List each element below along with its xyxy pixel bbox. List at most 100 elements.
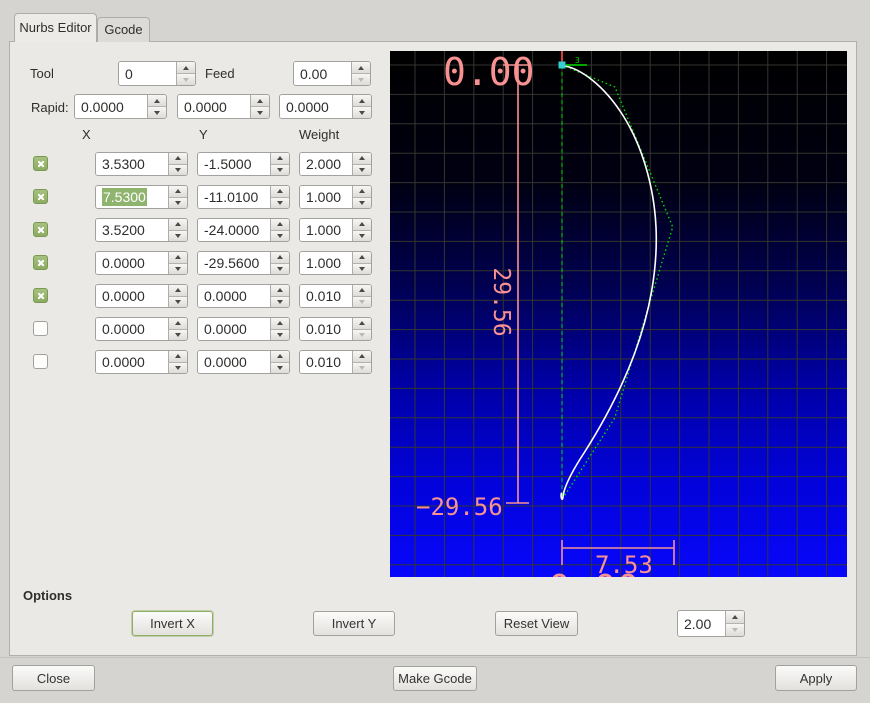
point-1-x-spinbox[interactable]: 3.5300	[95, 152, 188, 176]
point-4-y-spinbox[interactable]: -29.5600	[197, 251, 290, 275]
grid-size-spinbox[interactable]: 2.00	[677, 610, 745, 637]
spin-up[interactable]	[271, 351, 289, 363]
spin-down[interactable]	[353, 296, 371, 307]
spin-down[interactable]	[353, 164, 371, 175]
grid-size-spin-down[interactable]	[726, 624, 744, 636]
spin-down[interactable]	[271, 164, 289, 175]
spin-up[interactable]	[353, 252, 371, 264]
rapid-x-spinbox[interactable]: 0.0000	[74, 94, 167, 119]
spin-down[interactable]	[169, 362, 187, 373]
spin-up[interactable]	[271, 252, 289, 264]
apply-button[interactable]: Apply	[775, 665, 857, 691]
spin-down[interactable]	[353, 329, 371, 340]
spin-down[interactable]	[353, 362, 371, 373]
spin-down[interactable]	[271, 296, 289, 307]
spin-up[interactable]	[353, 351, 371, 363]
point-6-weight-value[interactable]: 0.010	[300, 318, 352, 340]
spin-down[interactable]	[353, 263, 371, 274]
spin-up[interactable]	[271, 153, 289, 165]
spin-up[interactable]	[353, 153, 371, 165]
point-1-weight-spinbox[interactable]: 2.000	[299, 152, 372, 176]
invert-y-button[interactable]: Invert Y	[313, 611, 395, 636]
point-1-y-spinbox[interactable]: -1.5000	[197, 152, 290, 176]
feed-value[interactable]: 0.00	[294, 62, 351, 85]
point-6-x-spinbox[interactable]: 0.0000	[95, 317, 188, 341]
spin-down[interactable]	[271, 263, 289, 274]
rapid-x-value[interactable]: 0.0000	[75, 95, 147, 118]
rapid-z-spin-up[interactable]	[353, 95, 371, 107]
nurbs-plot[interactable]: 0.00 29.56 −29.56 7.53 0.00 3	[390, 51, 847, 577]
spin-down[interactable]	[271, 329, 289, 340]
invert-x-button[interactable]: Invert X	[132, 611, 213, 636]
point-3-weight-value[interactable]: 1.000	[300, 219, 352, 241]
point-3-y-spinbox[interactable]: -24.0000	[197, 218, 290, 242]
spin-down[interactable]	[169, 164, 187, 175]
point-5-x-spinbox[interactable]: 0.0000	[95, 284, 188, 308]
spin-down[interactable]	[169, 329, 187, 340]
spin-up[interactable]	[353, 318, 371, 330]
point-2-y-value[interactable]: -11.0100	[198, 186, 270, 208]
point-6-y-spinbox[interactable]: 0.0000	[197, 317, 290, 341]
rapid-z-spin-down[interactable]	[353, 107, 371, 118]
point-5-x-value[interactable]: 0.0000	[96, 285, 168, 307]
point-7-x-value[interactable]: 0.0000	[96, 351, 168, 373]
spin-up[interactable]	[169, 252, 187, 264]
spin-up[interactable]	[271, 186, 289, 198]
point-1-weight-value[interactable]: 2.000	[300, 153, 352, 175]
tab-nurbs-editor[interactable]: Nurbs Editor	[14, 13, 97, 42]
rapid-y-spin-down[interactable]	[251, 107, 269, 118]
tool-spin-up[interactable]	[177, 62, 195, 74]
point-7-weight-value[interactable]: 0.010	[300, 351, 352, 373]
spin-up[interactable]	[271, 318, 289, 330]
grid-size-value[interactable]: 2.00	[678, 611, 725, 636]
point-2-x-spinbox[interactable]: 7.5300	[95, 185, 188, 209]
feed-spin-down[interactable]	[352, 74, 370, 85]
spin-up[interactable]	[353, 219, 371, 231]
spin-down[interactable]	[271, 197, 289, 208]
spin-up[interactable]	[353, 285, 371, 297]
feed-spin-up[interactable]	[352, 62, 370, 74]
point-6-x-value[interactable]: 0.0000	[96, 318, 168, 340]
spin-down[interactable]	[169, 197, 187, 208]
rapid-y-spinbox[interactable]: 0.0000	[177, 94, 270, 119]
point-1-x-value[interactable]: 3.5300	[96, 153, 168, 175]
point-7-y-spinbox[interactable]: 0.0000	[197, 350, 290, 374]
spin-up[interactable]	[271, 285, 289, 297]
point-2-x-value[interactable]: 7.5300	[96, 186, 168, 208]
spin-down[interactable]	[169, 230, 187, 241]
point-enable-checkbox[interactable]	[33, 354, 48, 369]
point-5-weight-value[interactable]: 0.010	[300, 285, 352, 307]
point-enable-checkbox[interactable]	[33, 255, 48, 270]
point-enable-checkbox[interactable]	[33, 189, 48, 204]
spin-up[interactable]	[169, 153, 187, 165]
rapid-z-spinbox[interactable]: 0.0000	[279, 94, 372, 119]
tab-gcode[interactable]: Gcode	[97, 17, 150, 42]
rapid-z-value[interactable]: 0.0000	[280, 95, 352, 118]
feed-spinbox[interactable]: 0.00	[293, 61, 371, 86]
spin-up[interactable]	[169, 186, 187, 198]
point-4-x-spinbox[interactable]: 0.0000	[95, 251, 188, 275]
point-3-weight-spinbox[interactable]: 1.000	[299, 218, 372, 242]
point-6-y-value[interactable]: 0.0000	[198, 318, 270, 340]
spin-up[interactable]	[271, 219, 289, 231]
point-enable-checkbox[interactable]	[33, 156, 48, 171]
rapid-y-value[interactable]: 0.0000	[178, 95, 250, 118]
reset-view-button[interactable]: Reset View	[495, 611, 578, 636]
tool-spin-down[interactable]	[177, 74, 195, 85]
point-2-weight-value[interactable]: 1.000	[300, 186, 352, 208]
point-2-weight-spinbox[interactable]: 1.000	[299, 185, 372, 209]
rapid-x-spin-down[interactable]	[148, 107, 166, 118]
point-4-x-value[interactable]: 0.0000	[96, 252, 168, 274]
point-4-weight-value[interactable]: 1.000	[300, 252, 352, 274]
spin-up[interactable]	[169, 285, 187, 297]
spin-up[interactable]	[353, 186, 371, 198]
point-3-y-value[interactable]: -24.0000	[198, 219, 270, 241]
spin-down[interactable]	[169, 296, 187, 307]
make-gcode-button[interactable]: Make Gcode	[393, 666, 477, 691]
point-6-weight-spinbox[interactable]: 0.010	[299, 317, 372, 341]
point-3-x-spinbox[interactable]: 3.5200	[95, 218, 188, 242]
spin-down[interactable]	[271, 362, 289, 373]
point-enable-checkbox[interactable]	[33, 321, 48, 336]
spin-up[interactable]	[169, 351, 187, 363]
spin-down[interactable]	[353, 230, 371, 241]
